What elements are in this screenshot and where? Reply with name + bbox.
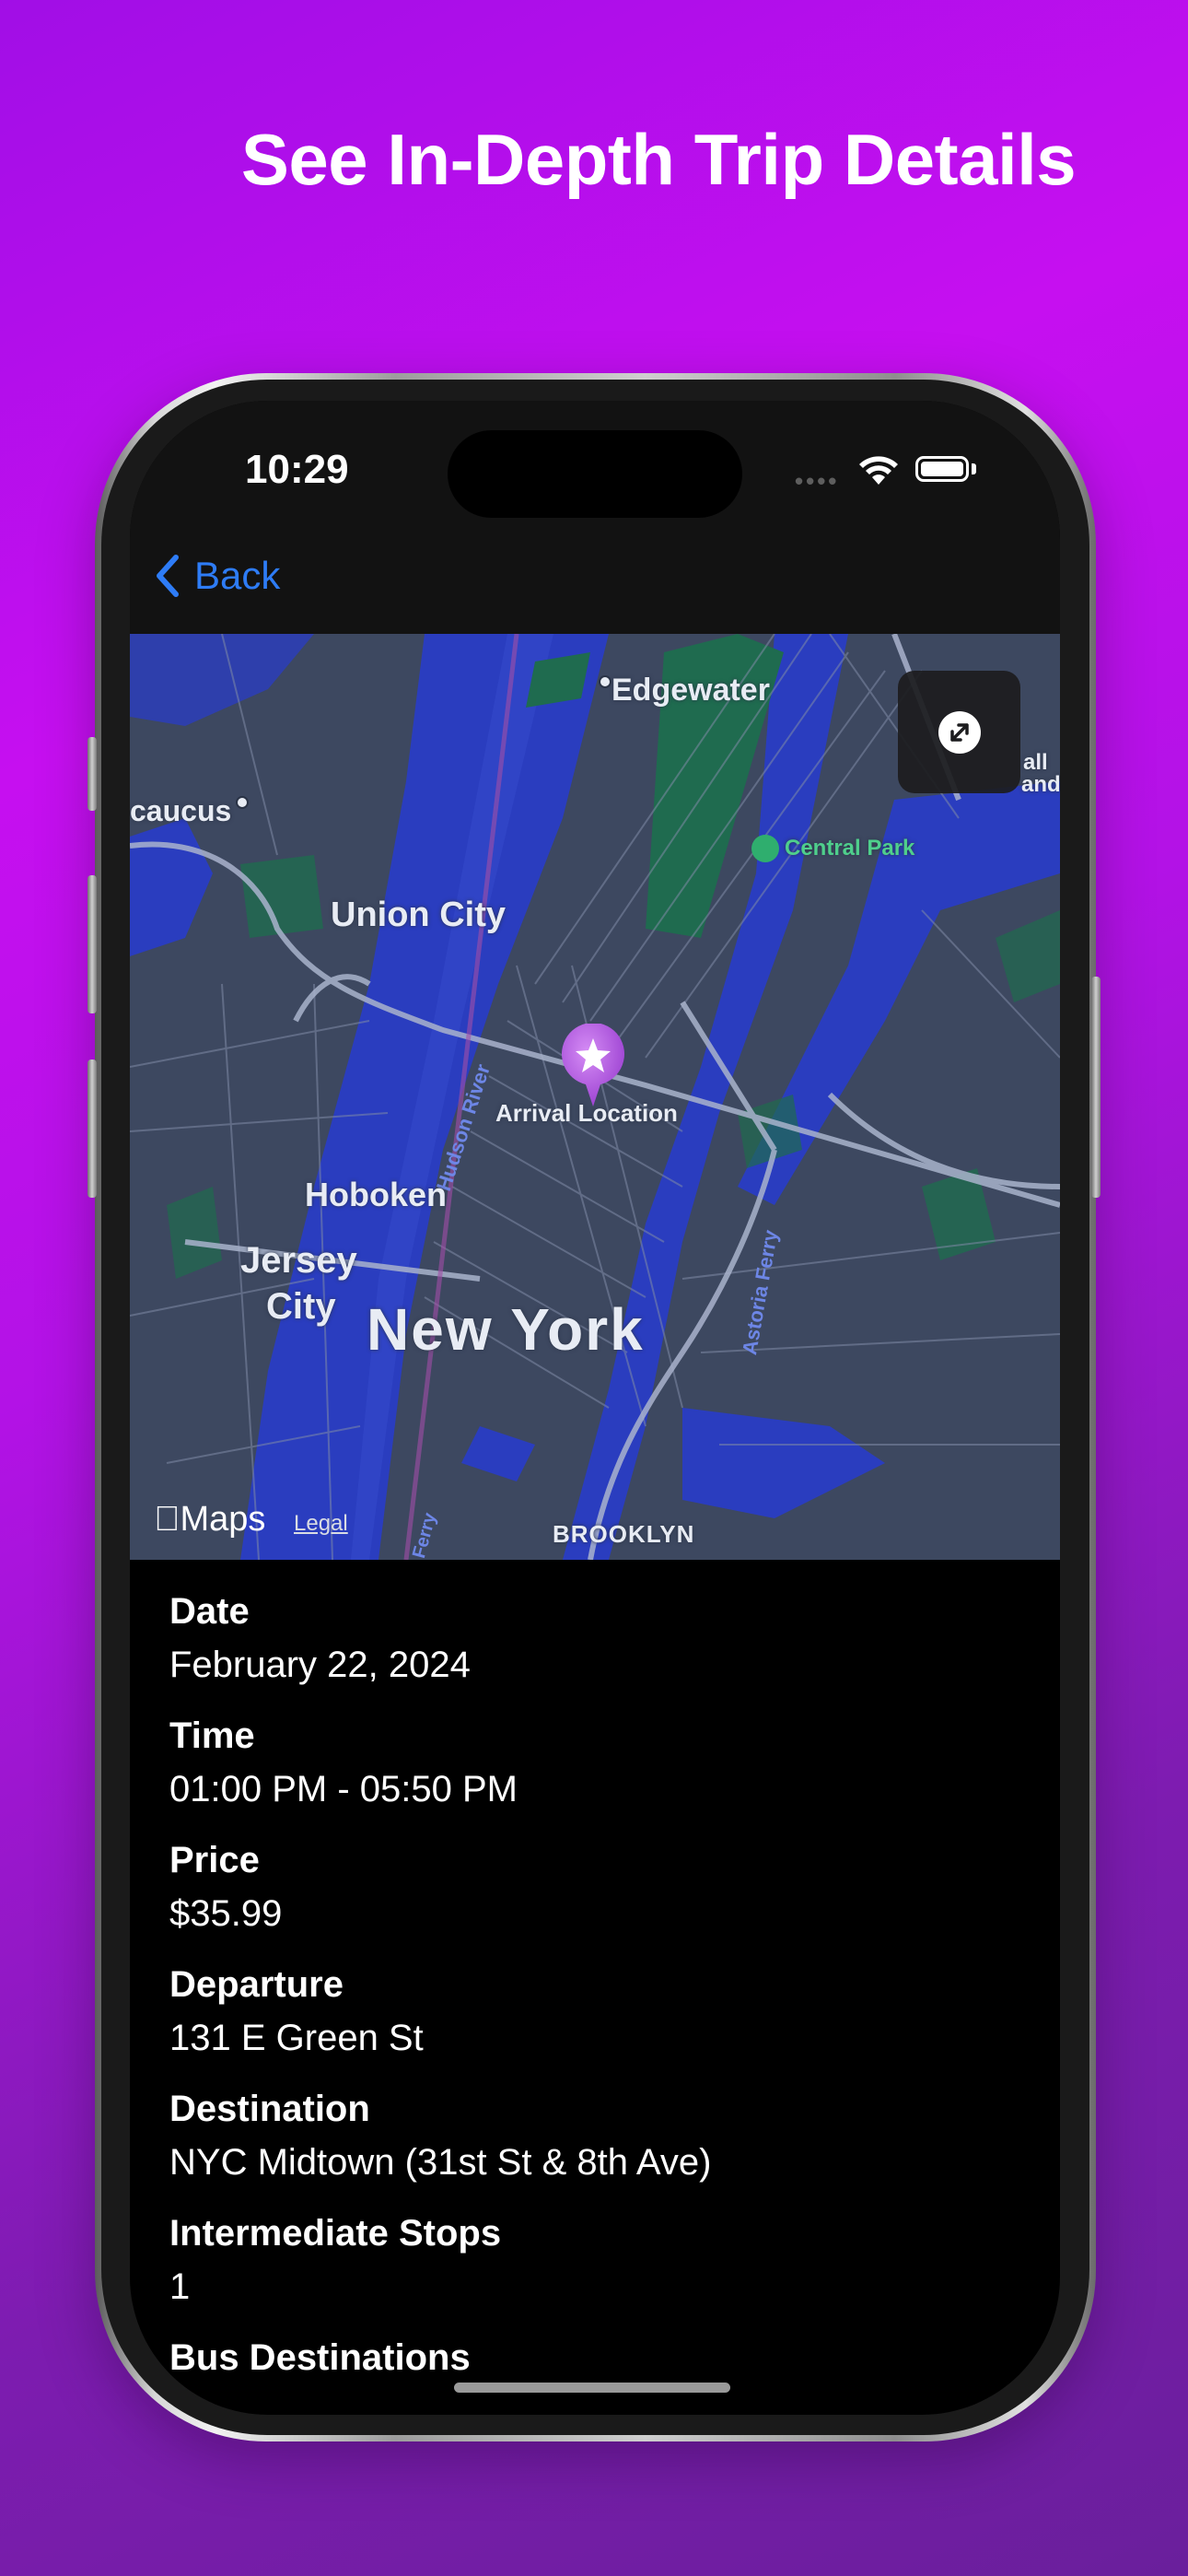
detail-value: February 22, 2024 [169,1645,471,1685]
arrival-pin-icon[interactable] [560,1024,626,1108]
power-button [1091,977,1101,1198]
detail-date: Date February 22, 2024 [169,1585,1017,1709]
maps-attribution: Maps [154,1500,266,1539]
park-icon [751,835,779,862]
detail-label: Destination [169,2089,370,2129]
detail-time: Time 01:00 PM - 05:50 PM [169,1709,1017,1833]
detail-value: NYC Midtown (31st St & 8th Ave) [169,2142,712,2183]
map-view[interactable]: Edgewater caucus Central Park Union City… [130,634,1060,1560]
detail-label: Price [169,1840,260,1880]
detail-label: Date [169,1591,250,1632]
detail-label: Departure [169,1964,344,2005]
map-label-new-york: New York [367,1296,645,1363]
map-label-caucus: caucus [130,794,232,827]
detail-price: Price $35.99 [169,1833,1017,1958]
detail-destination: Destination NYC Midtown (31st St & 8th A… [169,2082,1017,2207]
volume-down-button [87,1060,97,1198]
wifi-icon [859,456,898,485]
detail-value: 01:00 PM - 05:50 PM [169,1769,518,1809]
detail-value: $35.99 [169,1893,283,1934]
map-label-hoboken: Hoboken [305,1176,448,1213]
detail-value: 131 E Green St [169,2018,424,2058]
expand-icon [938,710,981,754]
back-label: Back [194,554,281,597]
map-label-union-city: Union City [331,896,506,934]
legal-link[interactable]: Legal [294,1511,348,1537]
page-headline: See In-Depth Trip Details [240,119,1077,200]
action-button [87,737,97,811]
detail-label: Time [169,1715,255,1756]
map-label-brooklyn: BROOKLYN [553,1520,695,1548]
home-indicator[interactable] [454,2383,730,2393]
detail-departure: Departure 131 E Green St [169,1958,1017,2082]
map-label-city: City [266,1286,336,1327]
map-label-edgewater: Edgewater [611,673,770,708]
apple-maps-logo: Maps [154,1500,265,1540]
map-label-jersey: Jersey [240,1240,357,1281]
detail-value: 1 [169,2266,191,2307]
volume-up-button [87,875,97,1013]
central-park-label: Central Park [751,835,914,862]
detail-label: Intermediate Stops [169,2213,502,2254]
dynamic-island [448,430,742,518]
battery-icon [915,456,969,482]
chevron-left-icon [157,555,179,597]
detail-label: Bus Destinations [169,2337,471,2378]
map-label-island: and [1021,772,1060,797]
map-label-central-park: Central Park [785,836,915,861]
signal-icon: •••• [795,467,840,495]
phone-screen: 10:29 •••• Back Edgewater caucus Central… [130,401,1060,2415]
status-time: 10:29 [245,447,349,492]
expand-map-button[interactable] [898,671,1020,793]
apple-logo-icon:  [154,1500,181,1539]
detail-intermediate-stops: Intermediate Stops 1 [169,2207,1017,2331]
status-bar: 10:29 •••• [130,401,1060,539]
back-button[interactable]: Back [150,546,280,605]
trip-details: Date February 22, 2024 Time 01:00 PM - 0… [169,1585,1017,2384]
detail-bus-destinations: Bus Destinations [169,2331,1017,2384]
battery-cap [972,463,976,474]
